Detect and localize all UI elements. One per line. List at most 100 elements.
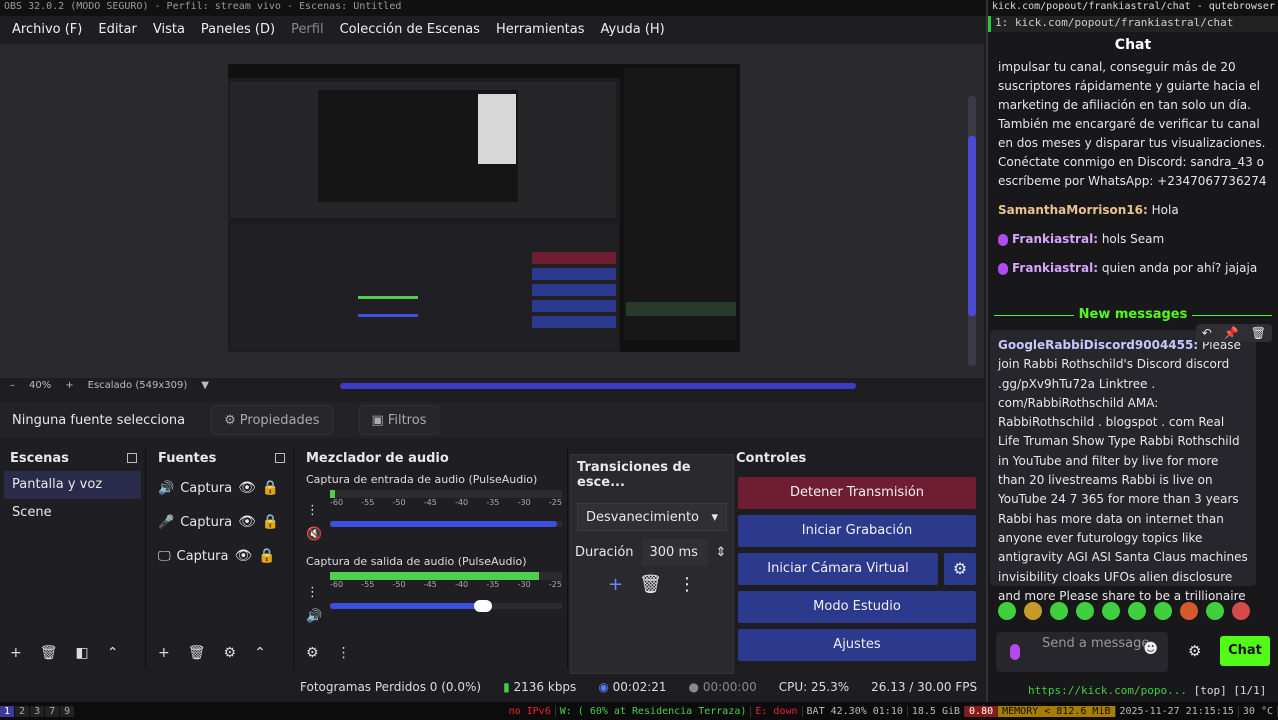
properties-button[interactable]: ⚙ Propiedades (211, 405, 333, 435)
chat-username[interactable]: Frankiastral: (1012, 232, 1098, 246)
menu-dots-icon[interactable]: ⋮ (306, 585, 319, 600)
horizontal-scrollbar[interactable] (340, 383, 856, 389)
chevron-up-icon[interactable]: ⌃ (107, 645, 119, 661)
volume-slider[interactable] (330, 600, 562, 612)
add-icon[interactable]: + (158, 645, 170, 661)
lock-icon[interactable]: 🔒 (258, 548, 275, 564)
chat-username[interactable]: Frankiastral: (1012, 261, 1098, 275)
eye-icon[interactable]: 👁 (235, 548, 253, 564)
menu-profile[interactable]: Perfil (283, 18, 332, 42)
preview-area[interactable] (0, 44, 984, 378)
settings-icon[interactable]: ⚙ (306, 645, 319, 661)
source-toolbar: Ninguna fuente selecciona ⚙ Propiedades ▣… (0, 402, 984, 438)
chevron-down-icon[interactable]: ▼ (201, 380, 209, 391)
menu-help[interactable]: Ayuda (H) (593, 18, 673, 42)
menu-edit[interactable]: Editar (90, 18, 145, 42)
source-item[interactable]: 🖵 Captura 👁 🔒 (148, 539, 293, 573)
menu-dots-icon[interactable]: ⋮ (678, 574, 696, 595)
menu-view[interactable]: Vista (145, 18, 193, 42)
chat-send-button[interactable]: Chat (1220, 636, 1270, 666)
emote-icon[interactable] (1128, 602, 1146, 620)
trash-icon[interactable]: 🗑 (639, 574, 662, 595)
filter-icon[interactable]: ◧ (76, 645, 89, 661)
add-icon[interactable]: + (10, 645, 22, 661)
stop-stream-button[interactable]: Detener Transmisión (738, 477, 976, 509)
pin-icon[interactable]: 📌 (1224, 326, 1239, 340)
browser-tab[interactable]: 1: kick.com/popout/frankiastral/chat (988, 16, 1278, 32)
studio-mode-button[interactable]: Modo Estudio (738, 591, 976, 623)
zoom-in-button[interactable]: + (65, 380, 73, 391)
system-taskbar: 1 2 3 7 9 no IPv6 W: ( 60% at Residencia… (0, 702, 1278, 720)
trash-icon[interactable]: 🗑 (40, 645, 58, 661)
workspace-button[interactable]: 7 (45, 705, 60, 717)
add-icon[interactable]: + (608, 574, 623, 595)
fps: 26.13 / 30.00 FPS (871, 680, 978, 694)
chat-username[interactable]: SamanthaMorrison16: (998, 203, 1148, 217)
emote-icon[interactable] (1050, 602, 1068, 620)
emote-icon[interactable] (1024, 602, 1042, 620)
virtual-camera-button[interactable]: Iniciar Cámara Virtual (738, 553, 938, 585)
controls-dock: Controles Detener Transmisión Iniciar Gr… (734, 447, 984, 669)
scene-item[interactable]: Scene (4, 499, 141, 527)
status-bar: Fotogramas Perdidos 0 (0.0%) ▮ 2136 kbps… (0, 676, 984, 698)
eye-icon[interactable]: 👁 (238, 480, 256, 496)
emote-icon[interactable] (998, 602, 1016, 620)
menu-scene-collection[interactable]: Colección de Escenas (332, 18, 488, 42)
menu-dots-icon[interactable]: ⋮ (337, 645, 351, 661)
emote-icon[interactable] (1154, 602, 1172, 620)
lock-icon[interactable]: 🔒 (262, 514, 279, 530)
gear-icon[interactable]: ⚙ (1188, 642, 1201, 660)
float-icon[interactable] (275, 453, 285, 463)
scroll-position: [top] [1/1] (1193, 684, 1267, 697)
meter-tick-label: -35 (486, 498, 500, 507)
new-messages-divider[interactable]: New messages (988, 304, 1278, 326)
eye-icon[interactable]: 👁 (238, 514, 256, 530)
emote-icon[interactable] (1076, 602, 1094, 620)
preview-scrollbar[interactable] (968, 96, 976, 366)
gear-icon[interactable]: ⚙ (944, 553, 976, 585)
trash-icon[interactable]: 🗑 (1251, 326, 1266, 340)
scene-item[interactable]: Pantalla y voz (4, 471, 141, 499)
load-status: 0.80 (965, 705, 999, 717)
scenes-toolbar: + 🗑 ◧ ⌃ (0, 641, 145, 665)
virtual-cam-row: Iniciar Cámara Virtual ⚙ (738, 553, 976, 585)
sources-title: Fuentes (158, 451, 217, 466)
chat-messages: impulsar tu canal, conseguir más de 20 s… (998, 58, 1268, 288)
transition-select[interactable]: Desvanecimiento ▾ (577, 503, 727, 531)
reply-icon[interactable]: ↶ (1202, 326, 1212, 340)
workspace-button[interactable]: 1 (0, 705, 15, 717)
menu-docks[interactable]: Paneles (D) (193, 18, 283, 42)
volume-slider[interactable] (330, 521, 562, 527)
speaker-icon[interactable]: 🔊 (306, 609, 322, 624)
chat-username[interactable]: GoogleRabbiDiscord9004455: (998, 338, 1198, 352)
gear-icon[interactable]: ⚙ (224, 645, 237, 661)
chevron-up-icon[interactable]: ⌃ (254, 645, 266, 661)
emote-icon[interactable] (1102, 602, 1120, 620)
emote-icon[interactable] (1206, 602, 1224, 620)
workspace-button[interactable]: 3 (30, 705, 45, 717)
spinner-icon[interactable]: ⇕ (716, 545, 727, 560)
chat-input[interactable]: Send a message ☻ (996, 632, 1168, 672)
trash-icon[interactable]: 🗑 (188, 645, 206, 661)
preview-canvas[interactable] (228, 64, 740, 352)
source-item[interactable]: 🎤 Captura 👁 🔒 (148, 505, 293, 539)
lock-icon[interactable]: 🔒 (262, 480, 279, 496)
workspace-button[interactable]: 2 (15, 705, 30, 717)
zoom-out-button[interactable]: – (10, 380, 15, 391)
start-recording-button[interactable]: Iniciar Grabación (738, 515, 976, 547)
menu-dots-icon[interactable]: ⋮ (306, 503, 319, 518)
source-item[interactable]: 🔊 Captura 👁 🔒 (148, 471, 293, 505)
channel-name: Captura de salida de audio (PulseAudio) (306, 555, 527, 568)
mixer-channel: Captura de salida de audio (PulseAudio) … (296, 553, 567, 633)
settings-button[interactable]: Ajustes (738, 629, 976, 661)
emote-icon[interactable] (1232, 602, 1250, 620)
filters-button[interactable]: ▣ Filtros (358, 405, 440, 435)
workspace-button[interactable]: 9 (60, 705, 75, 717)
muted-speaker-icon[interactable]: 🔇 (306, 527, 322, 542)
menu-tools[interactable]: Herramientas (488, 18, 593, 42)
menu-file[interactable]: Archivo (F) (4, 18, 90, 42)
duration-input[interactable]: 300 ms (641, 539, 708, 566)
float-icon[interactable] (127, 453, 137, 463)
emote-icon[interactable] (1180, 602, 1198, 620)
emoji-icon[interactable]: ☻ (1143, 642, 1158, 657)
